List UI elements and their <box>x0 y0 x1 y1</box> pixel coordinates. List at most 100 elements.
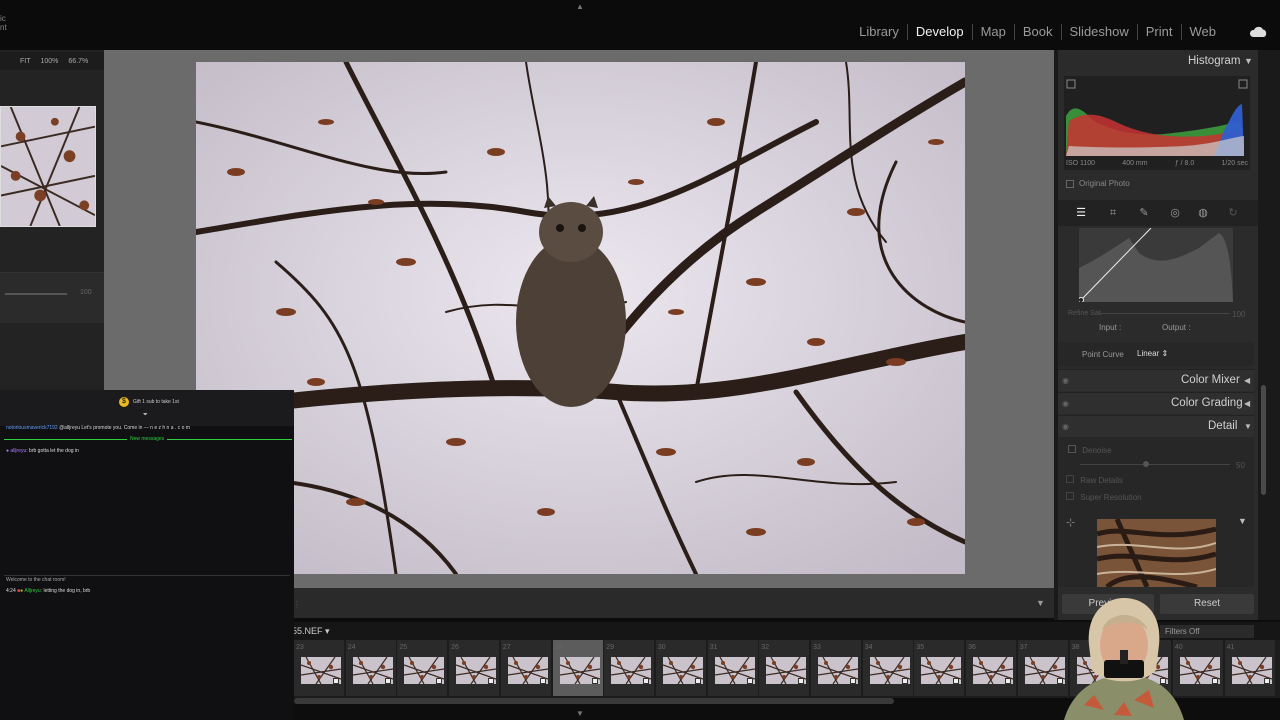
module-web[interactable]: Web <box>1182 24 1225 40</box>
zoom-100[interactable]: 100% <box>41 58 59 65</box>
collapse-top-arrow-icon[interactable]: ▲ <box>576 2 584 11</box>
gift-text: Gift 1 sub to take 1st <box>133 399 179 405</box>
filmstrip-cell[interactable]: 41 <box>1224 640 1276 696</box>
denoise-slider[interactable] <box>1080 464 1230 465</box>
navigator-thumbnail[interactable] <box>0 106 96 227</box>
section-color-grading[interactable]: ◉ Color Grading ◀ <box>1058 392 1254 414</box>
refine-sat-slider[interactable] <box>1098 313 1230 314</box>
denoise-slider-thumb[interactable] <box>1143 461 1149 467</box>
filmstrip-cell-number: 36 <box>968 644 976 651</box>
module-map[interactable]: Map <box>973 24 1015 40</box>
edited-badge-icon <box>953 678 960 684</box>
original-photo-toggle[interactable]: Original Photo <box>1066 179 1130 188</box>
edited-badge-icon <box>539 678 546 684</box>
super-resolution-row[interactable]: Super Resolution <box>1066 492 1142 502</box>
navigator-header: FIT 100% 66.7% <box>0 52 104 70</box>
edited-badge-icon <box>746 678 753 684</box>
histogram-caret-icon[interactable]: ▼ <box>1244 56 1253 66</box>
tone-curve-graph[interactable] <box>1079 228 1233 302</box>
super-resolution-checkbox[interactable] <box>1066 492 1074 500</box>
refine-sat-value: 100 <box>1232 310 1246 319</box>
bottom-toolbar <box>294 588 1054 618</box>
left-slider-track[interactable] <box>5 293 67 295</box>
histogram-exif: ISO 1100 400 mm ƒ / 8.0 1/20 sec <box>1066 160 1248 167</box>
zoom-66[interactable]: 66.7% <box>68 58 88 65</box>
collapse-caret-icon[interactable]: ▼ <box>1244 422 1252 431</box>
heal-icon[interactable]: ✎ <box>1137 206 1151 220</box>
preset-icon[interactable]: ↻ <box>1226 206 1240 220</box>
module-book[interactable]: Book <box>1015 24 1062 40</box>
filmstrip-cell[interactable]: 30 <box>655 640 707 696</box>
original-photo-checkbox[interactable] <box>1066 179 1074 188</box>
filmstrip-cell[interactable]: 23 <box>294 640 345 696</box>
expand-caret-icon[interactable]: ◀ <box>1244 399 1250 408</box>
main-photo[interactable] <box>196 62 965 574</box>
filmstrip-cell[interactable]: 25 <box>397 640 449 696</box>
eye-icon[interactable]: ◉ <box>1062 422 1069 431</box>
filmstrip-cell[interactable]: 31 <box>707 640 759 696</box>
right-scroll-thumb[interactable] <box>1261 385 1266 495</box>
denoise-checkbox[interactable] <box>1068 445 1076 453</box>
edited-badge-icon <box>333 678 339 684</box>
eye-icon[interactable]: ◉ <box>1062 376 1069 385</box>
filmstrip-cell-number: 35 <box>916 644 925 651</box>
left-slider-value: 100 <box>80 289 92 296</box>
filmstrip-cell[interactable]: 33 <box>811 640 862 696</box>
collapse-bottom-arrow-icon[interactable]: ▼ <box>576 709 584 718</box>
module-develop[interactable]: Develop <box>908 24 973 40</box>
filmstrip-cell[interactable]: 26 <box>449 640 501 696</box>
filmstrip-cell[interactable]: 27 <box>500 640 552 696</box>
point-curve-select[interactable]: Linear ⇕ <box>1137 349 1168 358</box>
denoise-row[interactable]: Denoise <box>1068 445 1112 455</box>
section-color-mixer[interactable]: ◉ Color Mixer ◀ <box>1058 369 1254 391</box>
toolbar-handle: ⋮ <box>293 600 301 609</box>
edited-badge-icon <box>436 678 443 684</box>
zoom-fit[interactable]: FIT <box>20 58 31 65</box>
redeye-icon[interactable]: ◎ <box>1168 206 1182 220</box>
raw-details-checkbox[interactable] <box>1066 475 1074 483</box>
histogram-header[interactable]: Histogram <box>1188 55 1240 67</box>
exif-shutter: 1/20 sec <box>1221 160 1248 167</box>
sliders-icon[interactable]: ☰ <box>1074 206 1088 220</box>
edited-badge-icon <box>591 678 598 684</box>
filmstrip-cell[interactable]: 34 <box>862 640 914 696</box>
right-scroll-track[interactable] <box>1258 50 1280 620</box>
module-print[interactable]: Print <box>1138 24 1182 40</box>
edited-badge-icon <box>488 678 495 684</box>
exif-iso: ISO 1100 <box>1066 160 1096 167</box>
raw-details-row[interactable]: Raw Details <box>1066 475 1123 485</box>
eye-icon[interactable]: ◉ <box>1062 399 1069 408</box>
brand-text: ic nt <box>0 14 7 32</box>
filmstrip-filename[interactable]: 55.NEF ▾ <box>292 626 330 637</box>
filmstrip-cell-number: 41 <box>1226 644 1235 651</box>
edited-badge-icon <box>1211 678 1218 684</box>
section-detail[interactable]: ◉ Detail ▼ <box>1058 415 1254 437</box>
edited-badge-icon <box>1005 678 1012 684</box>
edited-badge-icon <box>1263 678 1270 684</box>
chat-scroll-arrow-icon[interactable]: ⏷ <box>143 412 148 419</box>
chat-divider <box>4 575 290 576</box>
filmstrip-cell[interactable]: 36 <box>966 640 1018 696</box>
filmstrip-cell-number: 29 <box>606 644 614 651</box>
new-messages-label: New messages <box>127 436 168 442</box>
module-library[interactable]: Library <box>851 24 908 40</box>
filmstrip-cell[interactable]: 32 <box>759 640 811 696</box>
exif-aperture: ƒ / 8.0 <box>1174 160 1195 167</box>
filmstrip-cell[interactable]: 28 <box>552 640 604 696</box>
crop-icon[interactable]: ⌗ <box>1106 206 1120 220</box>
exif-focal: 400 mm <box>1122 160 1148 167</box>
filmstrip-cell[interactable]: 37 <box>1017 640 1069 696</box>
filmstrip-cell-number: 24 <box>347 644 356 651</box>
expand-caret-icon[interactable]: ◀ <box>1244 376 1250 385</box>
cloud-icon[interactable] <box>1248 25 1268 39</box>
target-adjust-icon[interactable]: ⊹ <box>1066 516 1075 529</box>
detail-zoom-preview[interactable] <box>1097 519 1216 587</box>
filmstrip-cell-number: 31 <box>709 644 718 651</box>
mask-icon[interactable]: ◍ <box>1196 206 1210 220</box>
module-slideshow[interactable]: Slideshow <box>1062 24 1138 40</box>
filmstrip-cell[interactable]: 35 <box>914 640 966 696</box>
detail-preview-caret-icon[interactable]: ▼ <box>1238 516 1247 526</box>
filmstrip-cell[interactable]: 29 <box>604 640 656 696</box>
toolbar-menu-caret-icon[interactable]: ▼ <box>1036 598 1045 608</box>
filmstrip-cell[interactable]: 24 <box>345 640 397 696</box>
